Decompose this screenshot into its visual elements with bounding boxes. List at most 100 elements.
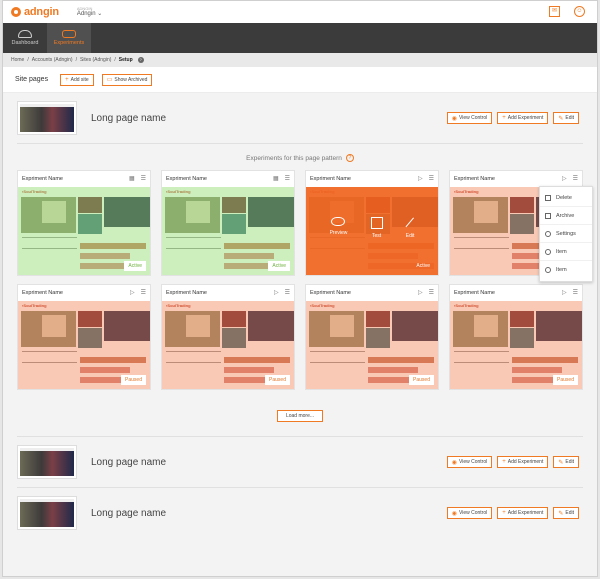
- experiment-thumbnail[interactable]: ▪SoulTrading Paused: [18, 301, 150, 389]
- preview-action[interactable]: Preview: [330, 217, 347, 239]
- menu-icon[interactable]: ☰: [429, 175, 434, 182]
- view-control-label: View Control: [458, 459, 488, 465]
- experiment-card[interactable]: Expriment Name ▷ ☰ ▪SoulTrading Paused: [17, 284, 151, 390]
- breadcrumb-accounts[interactable]: Accounts (Adngin): [32, 57, 73, 63]
- test-action[interactable]: Test: [370, 217, 383, 239]
- logo[interactable]: adngin: [11, 6, 59, 18]
- experiment-card[interactable]: Expriment Name ▷ ☰ ▪SoulTrading Paused: [161, 284, 295, 390]
- experiment-thumbnail[interactable]: ▪SoulTrading Active: [18, 187, 150, 275]
- site-pages-toolbar: Site pages + Add site ▭ Show Archived: [3, 67, 597, 93]
- status-badge: Paused: [121, 375, 146, 385]
- chat-icon[interactable]: ✉: [549, 6, 560, 17]
- page-name: Long page name: [91, 456, 167, 468]
- experiment-card[interactable]: Expriment Name ▦ ☰ ▪SoulTrading Active: [17, 170, 151, 276]
- menu-icon[interactable]: ☰: [285, 175, 290, 182]
- menu-icon[interactable]: ☰: [141, 289, 146, 296]
- add-experiment-label: Add Experiment: [507, 115, 544, 121]
- menu-label: Item: [556, 267, 567, 273]
- play-icon[interactable]: ▷: [562, 175, 567, 182]
- experiment-card[interactable]: Expriment Name ▷ ☰ ▪SoulTrading Preview T…: [305, 170, 439, 276]
- experiments-icon: [62, 30, 76, 38]
- experiment-thumbnail[interactable]: ▪SoulTrading Paused: [450, 301, 582, 389]
- play-icon[interactable]: ▷: [130, 289, 135, 296]
- circle-icon: [545, 267, 551, 273]
- play-icon[interactable]: ▷: [418, 289, 423, 296]
- show-archived-button[interactable]: ▭ Show Archived: [101, 73, 153, 86]
- plus-icon: +: [65, 76, 69, 83]
- menu-icon[interactable]: ☰: [285, 289, 290, 296]
- trash-icon: [545, 194, 551, 201]
- pencil-icon: ✎: [558, 510, 564, 517]
- menu-item-settings[interactable]: Settings: [540, 225, 592, 243]
- logo-text: adngin: [24, 6, 59, 18]
- menu-item-delete[interactable]: Delete: [540, 189, 592, 207]
- experiment-thumbnail[interactable]: ▪SoulTrading Paused: [306, 301, 438, 389]
- view-control-button[interactable]: ◉ View Control: [446, 507, 493, 519]
- play-icon[interactable]: ▷: [562, 289, 567, 296]
- edit-label: Edit: [565, 115, 574, 121]
- breadcrumb-sep: /: [75, 57, 77, 63]
- menu-icon[interactable]: ☰: [573, 289, 578, 296]
- edit-button[interactable]: ✎ Edit: [553, 456, 579, 468]
- add-experiment-button[interactable]: + Add Experiment: [497, 456, 549, 468]
- add-site-button[interactable]: + Add site: [60, 73, 94, 86]
- user-icon[interactable]: ☺: [574, 6, 585, 17]
- status-badge: Paused: [265, 375, 290, 385]
- add-experiment-label: Add Experiment: [507, 510, 544, 516]
- pencil-icon: [405, 217, 416, 229]
- play-icon[interactable]: ▷: [418, 175, 423, 182]
- menu-item[interactable]: Item: [540, 261, 592, 279]
- circle-icon: [545, 248, 551, 255]
- experiment-name: Expriment Name: [22, 176, 63, 182]
- add-experiment-label: Add Experiment: [507, 459, 544, 465]
- experiment-name: Expriment Name: [310, 176, 351, 182]
- menu-icon[interactable]: ☰: [141, 175, 146, 182]
- nav-experiments[interactable]: Experiments: [47, 23, 91, 53]
- load-more-button[interactable]: Load more...: [276, 410, 324, 422]
- page-name: Long page name: [91, 507, 167, 519]
- add-experiment-button[interactable]: + Add Experiment: [497, 507, 549, 519]
- menu-icon[interactable]: ☰: [429, 289, 434, 296]
- content-area: Long page name ◉ View Control + Add Experi…: [3, 93, 597, 576]
- status-badge: Paused: [409, 375, 434, 385]
- view-control-button[interactable]: ◉ View Control: [446, 456, 493, 468]
- page-thumbnail[interactable]: [17, 496, 77, 530]
- menu-icon[interactable]: ☰: [573, 175, 578, 182]
- question-icon[interactable]: ?: [345, 154, 354, 162]
- experiment-thumbnail[interactable]: ▪SoulTrading Preview Test Edit Active: [306, 187, 438, 275]
- experiment-card[interactable]: Expriment Name ▦ ☰ ▪SoulTrading Active: [161, 170, 295, 276]
- experiment-card[interactable]: Expriment Name ▷ ☰ ▪SoulTrading Paused: [449, 284, 583, 390]
- edit-button[interactable]: ✎ Edit: [553, 112, 579, 124]
- nav-experiments-label: Experiments: [53, 40, 85, 46]
- page-name: Long page name: [91, 112, 167, 124]
- edit-action[interactable]: Edit: [405, 217, 416, 239]
- menu-item-archive[interactable]: Archive: [540, 207, 592, 225]
- page-thumbnail[interactable]: [17, 101, 77, 135]
- menu-item[interactable]: Item: [540, 243, 592, 261]
- breadcrumb-home[interactable]: Home: [11, 57, 24, 63]
- view-control-button[interactable]: ◉ View Control: [446, 112, 493, 124]
- edit-label: Edit: [405, 233, 415, 239]
- add-experiment-button[interactable]: + Add Experiment: [497, 112, 549, 124]
- load-more-container: Load more...: [11, 400, 589, 436]
- experiment-thumbnail[interactable]: ▪SoulTrading Active: [162, 187, 294, 275]
- experiment-card[interactable]: Expriment Name ▷ ☰ ▪SoulTrading Paused: [305, 284, 439, 390]
- grid-icon[interactable]: ▦: [129, 175, 135, 182]
- view-control-label: View Control: [458, 510, 488, 516]
- grid-icon[interactable]: ▦: [273, 175, 279, 182]
- experiment-thumbnail[interactable]: ▪SoulTrading Paused: [162, 301, 294, 389]
- edit-button[interactable]: ✎ Edit: [553, 507, 579, 519]
- play-icon[interactable]: ▷: [274, 289, 279, 296]
- experiments-heading-text: Experiments for this page pattern: [246, 154, 342, 162]
- breadcrumb-sites[interactable]: Sites (Adngin): [80, 57, 111, 63]
- nav-dashboard[interactable]: Dashboard: [3, 23, 47, 53]
- eye-icon: ◉: [451, 510, 457, 517]
- page-thumbnail[interactable]: [17, 445, 77, 479]
- top-bar: adngin ADNGIN Adngin ⌄ ✉ ☺: [3, 1, 597, 23]
- account-switcher[interactable]: ADNGIN Adngin ⌄: [77, 7, 102, 18]
- context-menu: Delete Archive Settings Item Item: [539, 186, 593, 282]
- help-icon[interactable]: ?: [137, 57, 144, 63]
- eye-icon: ◉: [451, 115, 457, 122]
- logo-gear-icon: [11, 7, 21, 17]
- experiment-name: Expriment Name: [310, 290, 351, 296]
